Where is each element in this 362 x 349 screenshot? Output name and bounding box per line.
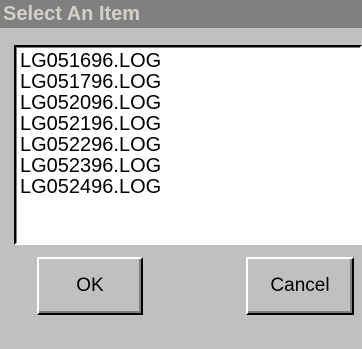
list-item-lg052296[interactable]: LG052296.LOG bbox=[20, 135, 360, 156]
list-item-lg051696[interactable]: LG051696.LOG bbox=[20, 51, 360, 72]
ok-button[interactable]: OK bbox=[37, 257, 143, 315]
file-list: LG051696.LOG LG051796.LOG LG052096.LOG L… bbox=[16, 47, 360, 198]
list-item-lg051796[interactable]: LG051796.LOG bbox=[20, 72, 360, 93]
list-item-lg052096[interactable]: LG052096.LOG bbox=[20, 93, 360, 114]
list-item-lg052496[interactable]: LG052496.LOG bbox=[20, 177, 360, 198]
select-item-dialog: Select An Item LG051696.LOG LG051796.LOG… bbox=[0, 0, 362, 349]
file-listbox[interactable]: LG051696.LOG LG051796.LOG LG052096.LOG L… bbox=[14, 45, 362, 245]
cancel-button[interactable]: Cancel bbox=[246, 257, 354, 315]
dialog-title[interactable]: Select An Item bbox=[0, 0, 362, 28]
list-item-lg052196[interactable]: LG052196.LOG bbox=[20, 114, 360, 135]
list-item-lg052396[interactable]: LG052396.LOG bbox=[20, 156, 360, 177]
